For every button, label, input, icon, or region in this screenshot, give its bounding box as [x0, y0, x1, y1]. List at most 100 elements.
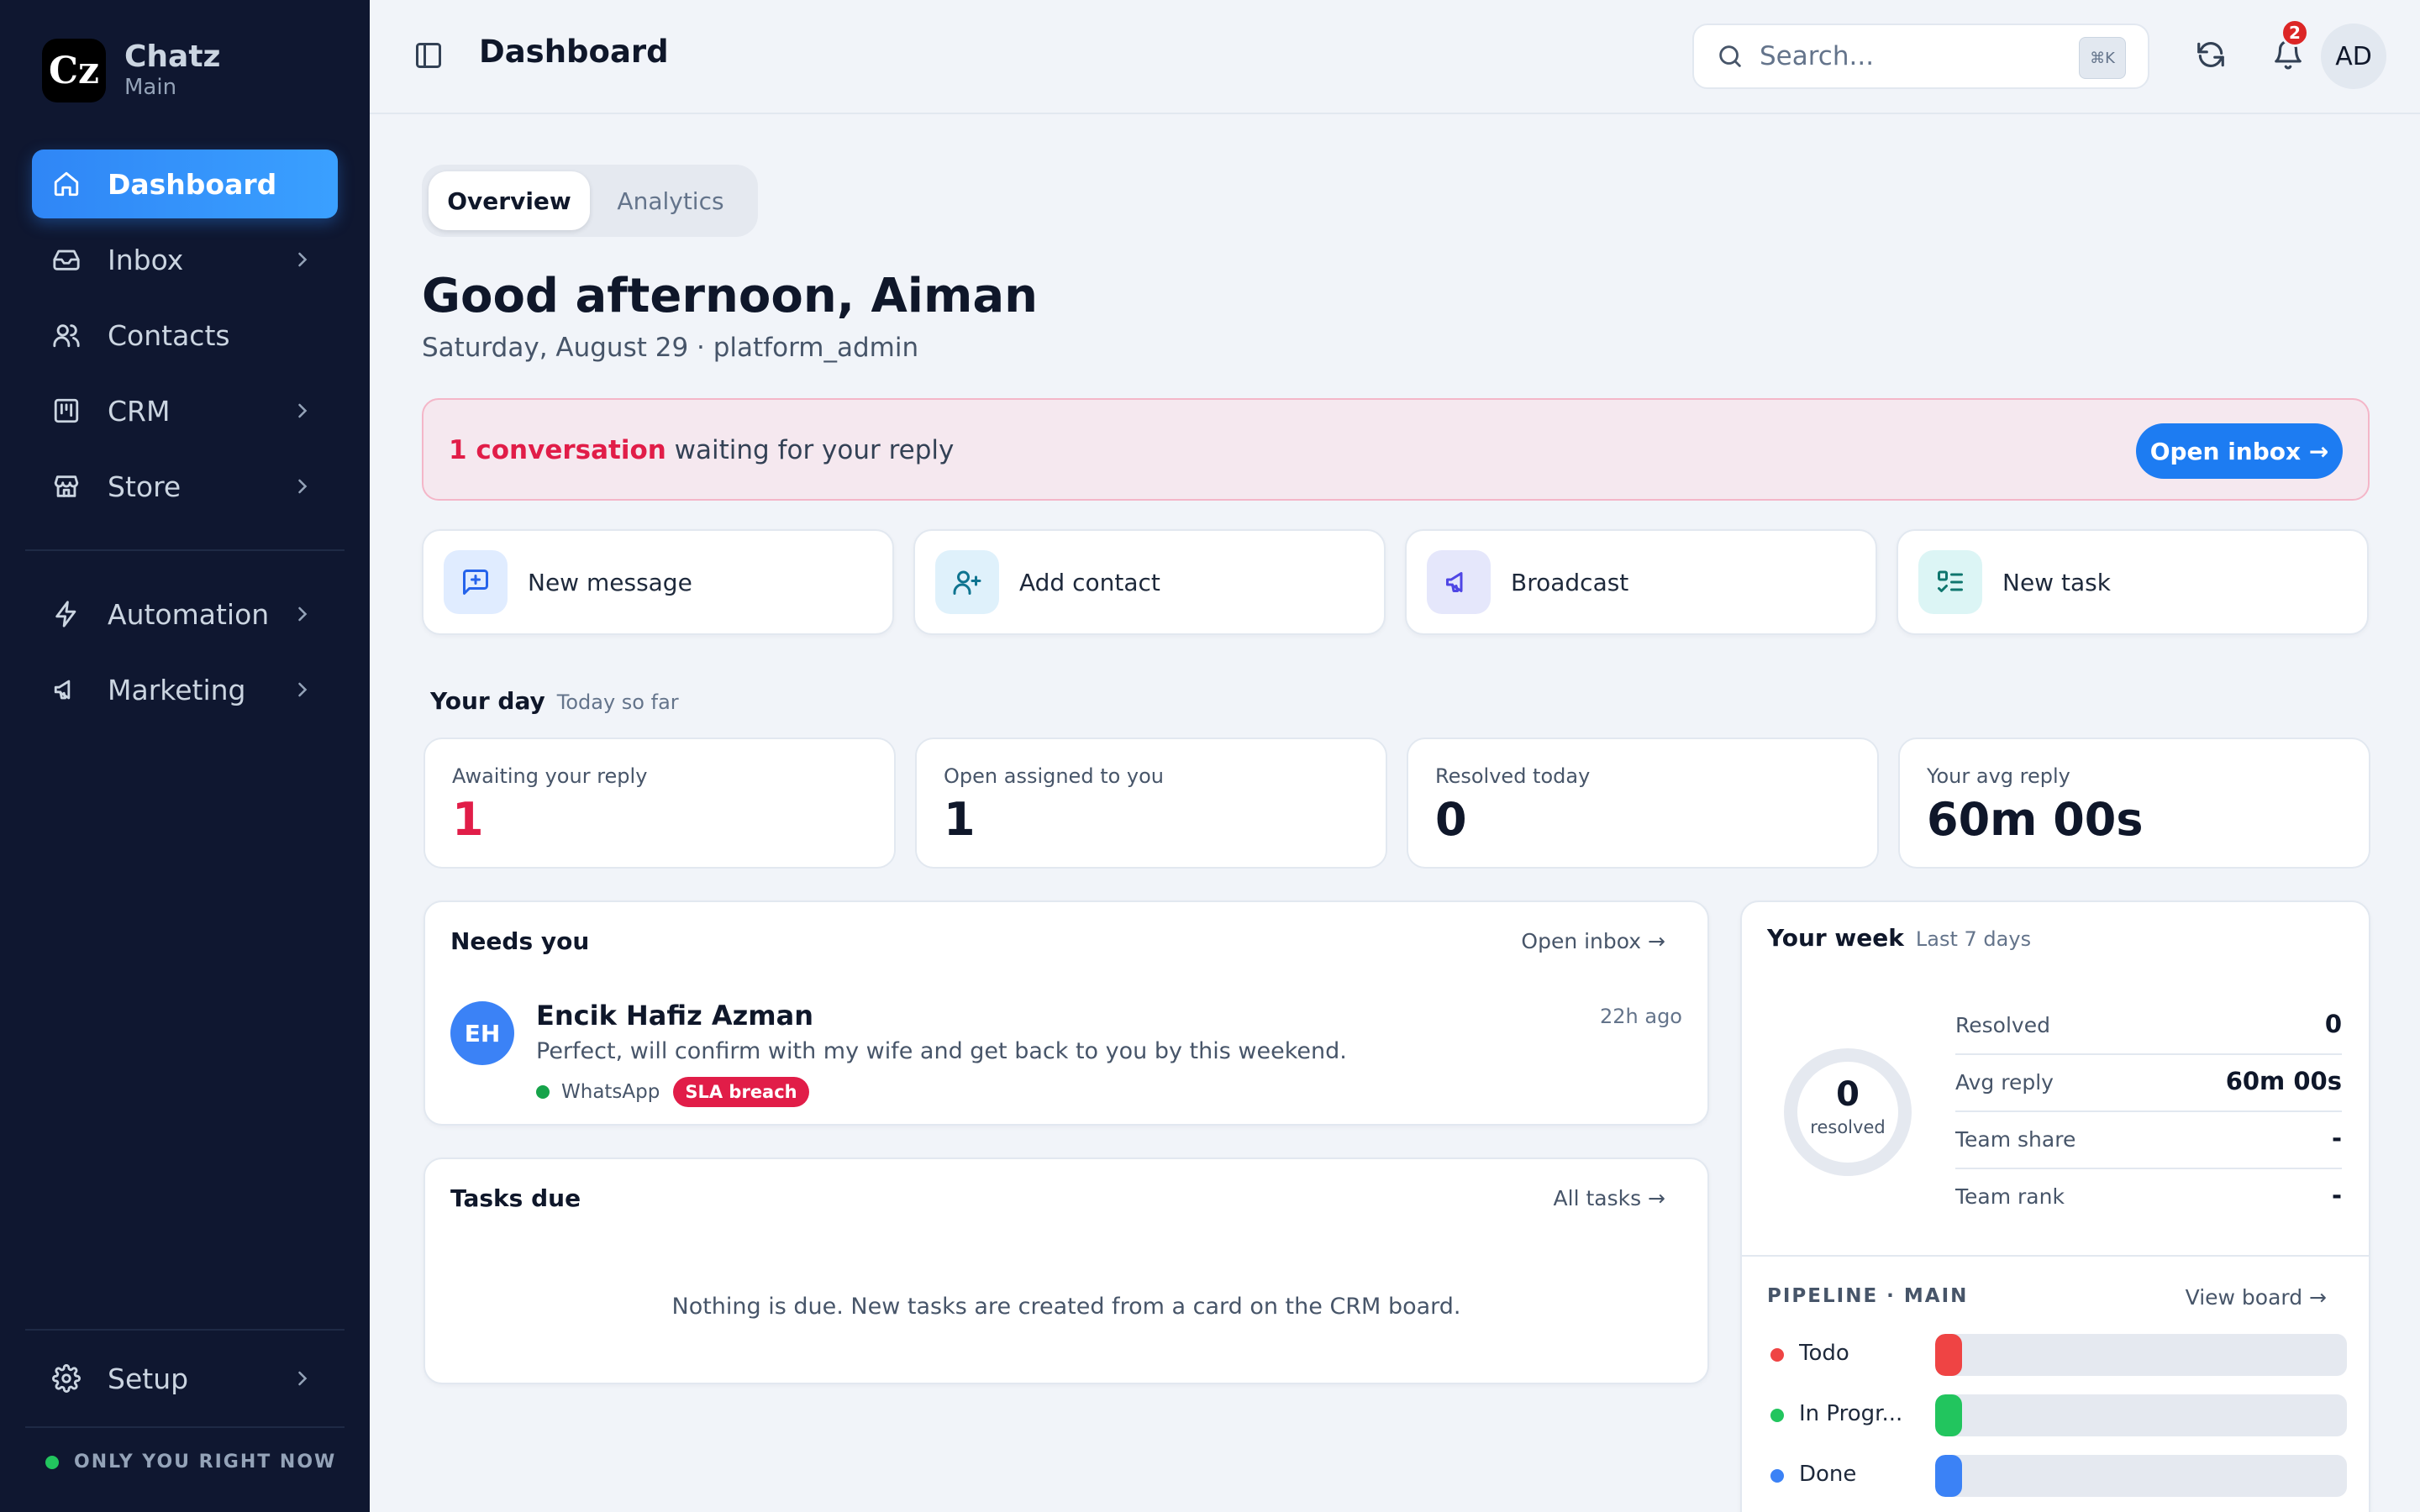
sidebar-toggle-icon[interactable] [413, 40, 444, 71]
stage-label: Todo [1799, 1341, 1849, 1366]
stage-label: In Progr... [1799, 1401, 1903, 1426]
your-week-heading: Your week Last 7 days [1767, 924, 2031, 952]
your-day-heading: Your day Today so far [430, 687, 679, 715]
channel-label: WhatsApp [561, 1081, 660, 1103]
ring-label: resolved [1810, 1117, 1886, 1137]
all-tasks-link[interactable]: All tasks → [1554, 1186, 1665, 1210]
pipeline-stage-in-progress[interactable]: In Progr... [1767, 1394, 2347, 1436]
row-value: 60m 00s [2225, 1067, 2342, 1095]
online-dot [45, 1455, 59, 1469]
bolt-icon [55, 601, 76, 627]
kanban-icon [54, 398, 79, 423]
sidebar-item-label: Marketing [108, 673, 246, 706]
qa-icon-bg [1427, 550, 1491, 614]
user-avatar[interactable]: AD [2321, 24, 2386, 89]
stage-progress-track [1935, 1334, 2347, 1376]
stat-label: Open assigned to you [944, 764, 1165, 788]
sidebar-item-inbox[interactable]: Inbox [32, 225, 338, 294]
waiting-reply-banner: 1 conversation waiting for your reply Op… [422, 398, 2370, 501]
stat-resolved-today: Resolved today 0 [1407, 738, 1879, 869]
sidebar-item-marketing[interactable]: Marketing [32, 655, 338, 724]
sidebar-item-label: Setup [108, 1362, 189, 1395]
pipeline-stage-done[interactable]: Done [1767, 1455, 2347, 1497]
quick-action-new-message[interactable]: New message [422, 529, 894, 635]
sidebar-divider [25, 1329, 345, 1331]
sidebar-item-store[interactable]: Store [32, 452, 338, 521]
section-title: Your week [1767, 924, 1904, 952]
sidebar-item-crm[interactable]: CRM [32, 376, 338, 445]
card-divider [1742, 1255, 2369, 1257]
sidebar-item-label: Automation [108, 597, 270, 631]
sidebar-item-contacts[interactable]: Contacts [32, 301, 338, 370]
row-label: Resolved [1955, 1013, 2050, 1037]
presence-status: ONLY YOU RIGHT NOW [45, 1452, 336, 1473]
quick-action-add-contact[interactable]: Add contact [913, 529, 1386, 635]
conversation-preview: Perfect, will confirm with my wife and g… [536, 1038, 1347, 1064]
card-title: Needs you [450, 927, 590, 955]
needs-you-card: Needs you Open inbox → EH Encik Hafiz Az… [424, 900, 1709, 1126]
date-role-subtitle: Saturday, August 29 · platform_admin [422, 333, 919, 363]
stat-value: 0 [1435, 793, 1467, 846]
tab-overview[interactable]: Overview [429, 171, 590, 230]
home-icon [54, 171, 79, 197]
section-subtitle: Last 7 days [1915, 927, 2032, 951]
stat-value: 60m 00s [1927, 793, 2144, 846]
notification-count-badge: 2 [2281, 18, 2309, 47]
search-input[interactable] [1760, 41, 2062, 71]
open-inbox-link[interactable]: Open inbox → [1521, 929, 1665, 953]
qa-icon-bg [444, 550, 508, 614]
contact-name: Encik Hafiz Azman [536, 1000, 813, 1032]
chevron-right-icon [298, 1371, 308, 1386]
chevron-right-icon [298, 403, 308, 418]
search-box[interactable]: ⌘K [1692, 24, 2149, 89]
quick-action-label: Broadcast [1511, 568, 1629, 596]
chevron-right-icon [298, 682, 308, 697]
week-row-resolved: Resolved 0 [1955, 998, 2342, 1055]
stage-color-dot [1770, 1469, 1784, 1483]
card-title: Tasks due [450, 1184, 581, 1212]
store-icon [54, 475, 79, 497]
open-inbox-button[interactable]: Open inbox → [2136, 423, 2343, 479]
whatsapp-channel-dot [536, 1085, 550, 1099]
week-row-avg-reply: Avg reply 60m 00s [1955, 1055, 2342, 1112]
workspace-switcher[interactable]: Cz Chatz Main [42, 39, 221, 102]
sidebar-item-setup[interactable]: Setup [32, 1344, 338, 1413]
contact-avatar: EH [450, 1001, 514, 1065]
sidebar-divider [25, 549, 345, 551]
sidebar-item-label: Dashboard [108, 167, 277, 201]
stat-value: 1 [452, 793, 484, 846]
checklist-icon [1938, 570, 1963, 592]
banner-message: waiting for your reply [666, 435, 955, 465]
stage-color-dot [1770, 1409, 1784, 1422]
stage-progress-fill [1935, 1394, 1962, 1436]
qa-icon-bg [1918, 550, 1982, 614]
row-label: Team rank [1955, 1184, 2065, 1209]
ring-value: 0 [1836, 1075, 1860, 1114]
stage-color-dot [1770, 1348, 1784, 1362]
row-value: 0 [2324, 1010, 2342, 1038]
stage-progress-fill [1935, 1455, 1962, 1497]
view-board-link[interactable]: View board → [2186, 1285, 2327, 1310]
quick-action-new-task[interactable]: New task [1897, 529, 2369, 635]
megaphone-icon [1446, 572, 1463, 592]
presence-label: ONLY YOU RIGHT NOW [74, 1452, 337, 1473]
refresh-icon[interactable] [2195, 39, 2227, 71]
qa-icon-bg [935, 550, 999, 614]
chevron-right-icon [298, 606, 308, 622]
tab-analytics[interactable]: Analytics [590, 171, 751, 230]
sidebar-divider [25, 1426, 345, 1428]
row-label: Avg reply [1955, 1070, 2054, 1095]
sidebar-item-dashboard[interactable]: Dashboard [32, 150, 338, 218]
stat-label: Awaiting your reply [452, 764, 648, 788]
stage-progress-track [1935, 1394, 2347, 1436]
tasks-due-card: Tasks due All tasks → Nothing is due. Ne… [424, 1158, 1709, 1384]
users-icon [53, 324, 80, 348]
user-plus-icon [953, 570, 981, 595]
inbox-icon [53, 249, 80, 270]
greeting-heading: Good afternoon, Aiman [422, 269, 1039, 323]
pipeline-stage-todo[interactable]: Todo [1767, 1334, 2347, 1376]
section-subtitle: Today so far [556, 690, 679, 714]
quick-action-broadcast[interactable]: Broadcast [1405, 529, 1877, 635]
sidebar-item-automation[interactable]: Automation [32, 580, 338, 648]
sidebar-item-label: Inbox [108, 243, 184, 276]
